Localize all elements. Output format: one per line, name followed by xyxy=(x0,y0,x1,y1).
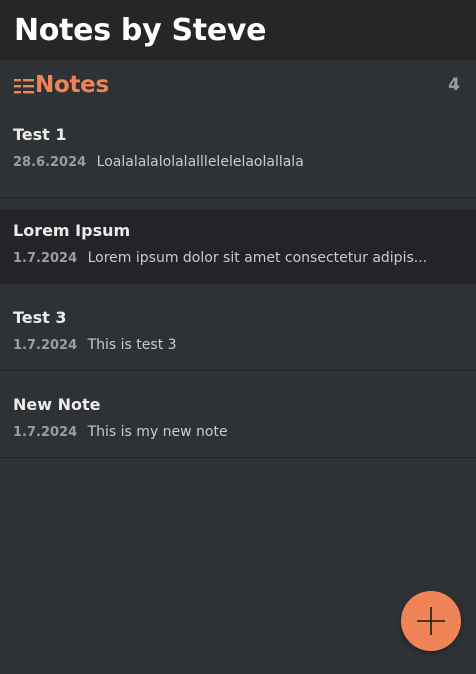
plus-icon xyxy=(417,607,445,635)
note-list-item[interactable]: Test 1 28.6.2024 Loalalalalolalalllelele… xyxy=(0,110,476,198)
app-title: Notes by Steve xyxy=(14,12,267,48)
app-header: Notes by Steve xyxy=(0,0,476,60)
note-title: Test 1 xyxy=(13,125,67,144)
list-icon xyxy=(14,77,34,95)
notes-section-header: Notes 4 xyxy=(0,60,476,110)
note-meta: 1.7.2024 This is my new note xyxy=(13,423,462,442)
note-date: 1.7.2024 xyxy=(13,251,78,266)
note-list-item-selected[interactable]: Lorem Ipsum 1.7.2024 Lorem ipsum dolor s… xyxy=(0,210,476,284)
note-list: Test 1 28.6.2024 Loalalalalolalalllelele… xyxy=(0,110,476,458)
note-preview: This is test 3 xyxy=(87,337,177,353)
note-list-item[interactable]: Test 3 1.7.2024 This is test 3 xyxy=(0,284,476,371)
note-date: 28.6.2024 xyxy=(13,155,87,170)
note-meta: 1.7.2024 This is test 3 xyxy=(13,336,462,355)
note-date: 1.7.2024 xyxy=(13,425,78,440)
note-preview: This is my new note xyxy=(87,424,228,440)
note-title: Test 3 xyxy=(13,308,67,327)
add-note-button[interactable] xyxy=(401,591,461,651)
note-date: 1.7.2024 xyxy=(13,338,78,353)
note-title: New Note xyxy=(13,395,101,414)
section-title: Notes xyxy=(35,72,109,98)
note-meta: 28.6.2024 Loalalalalolalalllelelelaolall… xyxy=(13,153,462,172)
note-title: Lorem Ipsum xyxy=(13,221,131,240)
note-meta: 1.7.2024 Lorem ipsum dolor sit amet cons… xyxy=(13,249,462,268)
note-preview: Lorem ipsum dolor sit amet consectetur a… xyxy=(87,250,428,266)
note-count-badge: 4 xyxy=(448,75,460,95)
notes-section-heading: Notes xyxy=(14,72,109,98)
note-list-item[interactable]: New Note 1.7.2024 This is my new note xyxy=(0,371,476,458)
note-preview: Loalalalalolalalllelelelaolallala xyxy=(96,154,304,170)
